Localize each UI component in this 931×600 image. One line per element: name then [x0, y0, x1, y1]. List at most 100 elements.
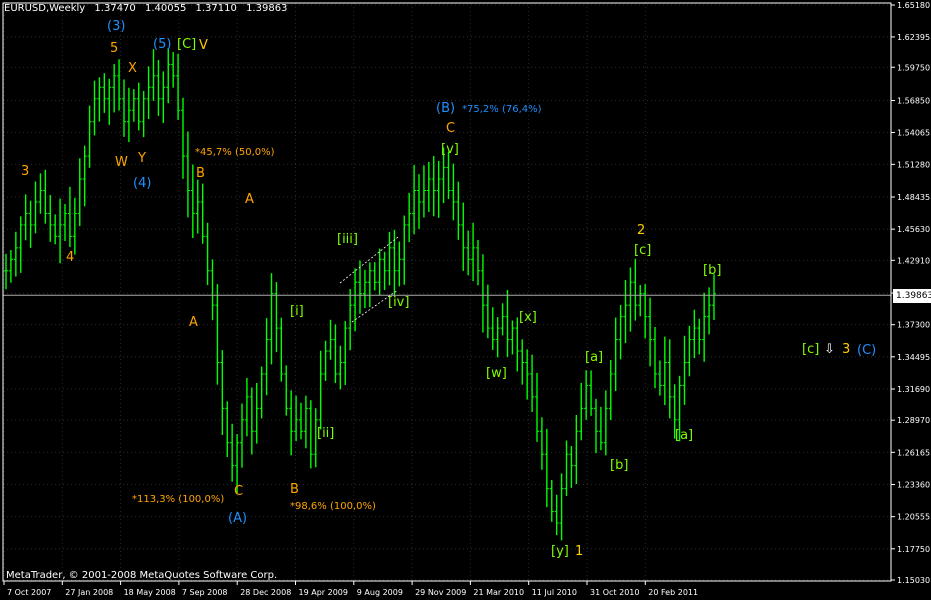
wave-label: [c] [802, 342, 819, 357]
price-bar [156, 59, 161, 116]
wave-label: V [199, 38, 208, 53]
price-bar [485, 284, 490, 339]
price-bar [431, 155, 436, 217]
wave-label: A [189, 315, 198, 330]
price-bar [210, 259, 215, 321]
current-price-tag: 1.39863 [893, 289, 931, 303]
x-tick-label: 29 Nov 2009 [415, 588, 466, 597]
x-tick-label: 21 Mar 2010 [473, 588, 524, 597]
wave-label: [C] [177, 37, 196, 52]
y-tick-label: 1.34495 [897, 353, 930, 362]
price-bar [328, 319, 333, 360]
price-bar [638, 285, 643, 317]
close-value: 1.39863 [246, 3, 288, 14]
price-bar [559, 473, 564, 541]
price-bar [269, 273, 274, 365]
wave-label: (3) [107, 19, 125, 34]
wave-label: ⇩ [824, 342, 835, 357]
y-tick-label: 1.54065 [897, 128, 930, 137]
price-bar [382, 251, 387, 291]
x-tick-label: 31 Oct 2010 [590, 588, 639, 597]
wave-label: [a] [585, 350, 603, 365]
wave-label: [y] [551, 544, 569, 559]
price-bar [549, 479, 554, 522]
price-bar [146, 66, 151, 120]
price-bar [323, 340, 328, 381]
price-bar [259, 366, 264, 419]
price-bar [18, 216, 23, 273]
price-bar [181, 97, 185, 179]
y-tick-label: 1.42910 [897, 256, 930, 265]
wave-label: (A) [228, 511, 247, 526]
price-bar [461, 202, 466, 271]
wave-label: *75,2% (76,4%) [462, 104, 542, 115]
y-tick-label: 1.37300 [897, 321, 930, 330]
price-bar [589, 370, 594, 416]
price-bar [136, 82, 141, 131]
price-bar [23, 194, 28, 241]
y-tick-label: 1.45630 [897, 225, 930, 234]
price-bar [205, 222, 210, 286]
price-bar [515, 317, 520, 372]
wave-label: [w] [486, 366, 507, 381]
wave-label: *98,6% (100,0%) [290, 501, 376, 512]
price-bar [417, 174, 421, 229]
price-bar [279, 317, 284, 382]
x-tick-label: 11 Jul 2010 [532, 588, 577, 597]
price-bar [539, 417, 544, 470]
price-bar [107, 78, 112, 125]
wave-label: *45,7% (50,0%) [195, 147, 275, 158]
price-bar [102, 73, 107, 113]
wave-label: 4 [66, 250, 74, 265]
price-bar [480, 254, 485, 333]
price-bar [436, 160, 441, 218]
wave-label: 3 [842, 342, 850, 357]
wave-label: 2 [637, 223, 645, 238]
price-bar [343, 321, 348, 385]
price-bar [240, 403, 244, 468]
price-bar [623, 279, 628, 344]
price-bar [525, 349, 530, 400]
price-bar [348, 288, 353, 351]
price-chart[interactable]: 1.65180 1.62395 1.59750 1.56850 1.54065 1.512… [0, 0, 931, 600]
price-bar [308, 400, 313, 469]
price-bar [117, 59, 122, 111]
price-bar [628, 267, 633, 332]
chart-header: EURUSD,Weekly 1.37470 1.40055 1.37110 1.… [4, 3, 293, 14]
y-tick-label: 1.65180 [897, 1, 930, 10]
price-bar [613, 317, 618, 391]
y-tick-label: 1.15030 [897, 576, 930, 585]
price-bar [687, 325, 692, 377]
price-bar [662, 336, 667, 406]
price-bar [554, 494, 559, 536]
wave-label: X [128, 61, 137, 76]
price-bar [697, 318, 702, 355]
price-bar [176, 53, 181, 120]
wave-label: (4) [133, 176, 151, 191]
price-bar [633, 258, 638, 321]
wave-label: Y [137, 151, 146, 166]
wave-label: [x] [519, 310, 537, 325]
price-bar [402, 215, 407, 285]
wave-label: [ii] [317, 426, 334, 441]
price-bar [569, 446, 574, 488]
y-tick-label: 1.20555 [897, 513, 930, 522]
price-bar [712, 274, 716, 320]
wave-label: C [234, 484, 243, 499]
price-bar [112, 64, 117, 113]
price-bar [579, 382, 584, 441]
price-bar [72, 197, 77, 255]
y-tick-label: 1.26165 [897, 448, 930, 457]
price-bar [476, 239, 480, 286]
price-bar [13, 231, 18, 277]
wave-label: [a] [675, 428, 693, 443]
price-bar [544, 428, 549, 508]
x-tick-label: 7 Sep 2008 [182, 588, 228, 597]
price-bar [505, 289, 510, 358]
price-bar [594, 398, 598, 454]
price-bar [367, 262, 372, 308]
price-bar [185, 131, 190, 218]
high-value: 1.40055 [144, 3, 187, 14]
price-bar [126, 87, 131, 143]
price-bar [520, 339, 525, 385]
